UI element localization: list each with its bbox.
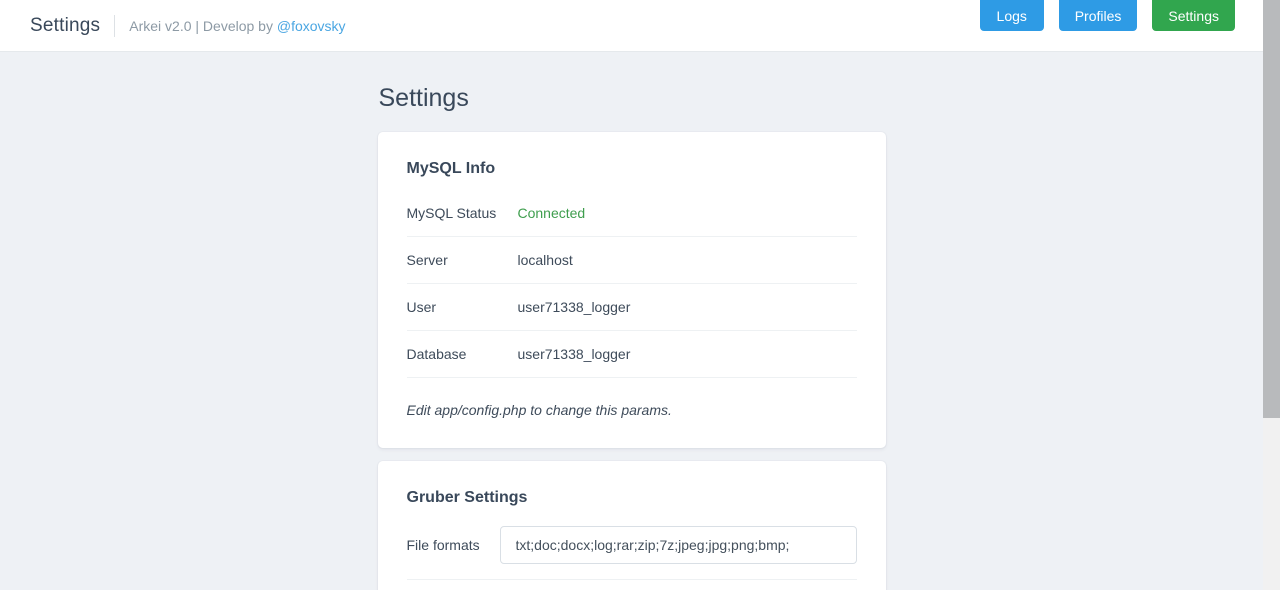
database-value: user71338_logger: [517, 346, 631, 362]
file-formats-input[interactable]: [499, 526, 857, 564]
settings-button[interactable]: Settings: [1152, 0, 1235, 31]
mysql-info-card: MySQL Info MySQL Status Connected Server…: [377, 132, 886, 448]
navbar-divider: [114, 14, 116, 37]
config-note: Edit app/config.php to change this param…: [406, 402, 672, 418]
mysql-status-row: MySQL Status Connected: [406, 190, 857, 237]
database-label: Database: [406, 346, 467, 362]
gruber-settings-heading: Gruber Settings: [406, 489, 528, 506]
navbar: Settings Arkei v2.0 | Develop by @foxovs…: [0, 0, 1263, 52]
mysql-status-value: Connected: [517, 205, 586, 221]
scrollbar[interactable]: [1263, 0, 1280, 590]
file-formats-label: File formats: [406, 537, 480, 553]
author-link[interactable]: @foxovsky: [277, 18, 346, 34]
user-value: user71338_logger: [517, 299, 631, 315]
navbar-buttons: Logs Profiles Settings: [979, 0, 1235, 31]
navbar-left: Settings Arkei v2.0 | Develop by @foxovs…: [30, 14, 346, 37]
file-formats-row: File formats: [407, 526, 857, 564]
scrollbar-thumb[interactable]: [1263, 0, 1280, 418]
card-tail: [407, 580, 857, 590]
content-container: Settings MySQL Info MySQL Status Connect…: [377, 84, 886, 590]
server-label: Server: [406, 252, 448, 268]
database-row: Database user71338_logger: [406, 331, 857, 378]
mysql-status-label: MySQL Status: [406, 205, 497, 221]
user-label: User: [406, 299, 437, 315]
navbar-title: Settings: [30, 14, 101, 36]
navbar-subtitle-text: Arkei v2.0 | Develop by: [129, 17, 277, 34]
user-row: User user71338_logger: [406, 284, 857, 331]
profiles-button[interactable]: Profiles: [1058, 0, 1138, 31]
gruber-settings-card: Gruber Settings File formats: [377, 461, 886, 590]
logs-button[interactable]: Logs: [979, 0, 1044, 31]
page-title: Settings: [378, 84, 469, 112]
server-row: Server localhost: [406, 237, 857, 284]
server-value: localhost: [517, 252, 573, 268]
mysql-info-heading: MySQL Info: [406, 160, 496, 177]
navbar-subtitle: Arkei v2.0 | Develop by @foxovsky: [129, 18, 345, 34]
main-content: Settings MySQL Info MySQL Status Connect…: [0, 52, 1263, 590]
